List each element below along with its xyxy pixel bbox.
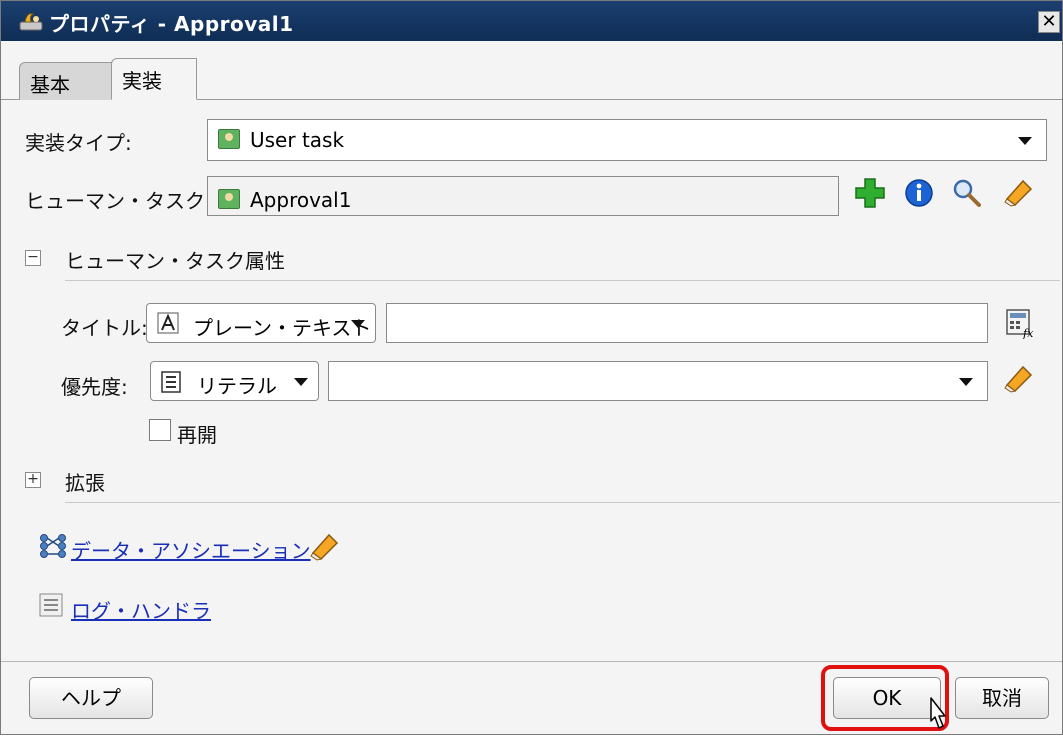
tab-basic[interactable]: 基本 bbox=[19, 62, 112, 100]
tab-implementation[interactable]: 実装 bbox=[111, 58, 197, 100]
properties-dialog: プロパティ - Approval1 ✕ 基本 実装 実装タイプ: User ta… bbox=[0, 0, 1063, 735]
properties-icon bbox=[19, 13, 43, 31]
close-button[interactable]: ✕ bbox=[1038, 11, 1060, 33]
reopen-checkbox[interactable] bbox=[149, 419, 171, 441]
window-title: プロパティ - Approval1 bbox=[49, 12, 294, 36]
cancel-button-label: 取消 bbox=[982, 686, 1022, 710]
implementation-type-label: 実装タイプ: bbox=[25, 131, 132, 155]
extension-title: 拡張 bbox=[65, 471, 105, 495]
help-button-label: ヘルプ bbox=[61, 686, 121, 710]
title-label: タイトル: bbox=[61, 316, 148, 340]
human-task-attributes-header[interactable]: − ヒューマン・タスク属性 bbox=[1, 237, 1062, 281]
log-handler-link[interactable]: ログ・ハンドラ bbox=[71, 595, 211, 624]
priority-select[interactable] bbox=[328, 361, 988, 401]
section-divider bbox=[65, 502, 1060, 503]
eraser-icon[interactable] bbox=[307, 529, 341, 563]
section-divider bbox=[65, 280, 1060, 281]
title-input[interactable] bbox=[386, 303, 988, 343]
human-task-field[interactable]: Approval1 bbox=[207, 176, 839, 216]
extension-header[interactable]: + 拡張 bbox=[1, 459, 1062, 503]
human-task-value: Approval1 bbox=[250, 188, 352, 212]
footer-divider bbox=[1, 661, 1062, 662]
search-icon[interactable] bbox=[951, 177, 983, 209]
priority-mode-value: リテラル bbox=[197, 374, 277, 398]
priority-label: 優先度: bbox=[61, 375, 128, 399]
plain-text-icon bbox=[157, 312, 179, 334]
help-button[interactable]: ヘルプ bbox=[29, 677, 153, 719]
chevron-down-icon bbox=[351, 320, 365, 328]
cancel-button[interactable]: 取消 bbox=[955, 677, 1049, 719]
human-task-label: ヒューマン・タスク: bbox=[25, 189, 212, 213]
tab-basic-label: 基本 bbox=[30, 73, 70, 97]
literal-icon bbox=[161, 371, 181, 393]
title-bar[interactable]: プロパティ - Approval1 ✕ bbox=[1, 1, 1062, 41]
ok-button-label: OK bbox=[872, 686, 902, 710]
data-association-icon bbox=[40, 534, 66, 558]
log-handler-icon bbox=[39, 593, 63, 617]
eraser-icon[interactable] bbox=[1001, 361, 1035, 395]
priority-mode-select[interactable]: リテラル bbox=[150, 361, 319, 401]
chevron-down-icon bbox=[1018, 137, 1032, 145]
svg-text:fx: fx bbox=[1022, 327, 1034, 339]
expand-icon[interactable]: + bbox=[25, 472, 41, 488]
human-task-attributes-title: ヒューマン・タスク属性 bbox=[65, 249, 285, 273]
chevron-down-icon bbox=[959, 378, 973, 386]
chevron-down-icon bbox=[294, 378, 308, 386]
implementation-type-value: User task bbox=[250, 128, 345, 152]
title-mode-select[interactable]: プレーン・テキスト bbox=[146, 303, 376, 343]
reopen-label: 再開 bbox=[177, 423, 217, 447]
collapse-icon[interactable]: − bbox=[25, 250, 41, 266]
close-icon: ✕ bbox=[1041, 11, 1057, 32]
mouse-pointer-icon bbox=[930, 697, 946, 729]
user-task-icon bbox=[218, 129, 240, 149]
tab-strip: 基本 実装 bbox=[1, 41, 1062, 100]
user-task-icon bbox=[218, 189, 240, 209]
add-icon[interactable] bbox=[854, 177, 886, 209]
eraser-icon[interactable] bbox=[1001, 175, 1035, 209]
implementation-type-select[interactable]: User task bbox=[207, 119, 1047, 161]
data-association-link[interactable]: データ・アソシエーション bbox=[71, 535, 311, 564]
tab-implementation-label: 実装 bbox=[122, 69, 162, 93]
expression-builder-icon[interactable]: fx bbox=[1004, 307, 1036, 339]
title-mode-value: プレーン・テキスト bbox=[193, 316, 372, 340]
info-icon[interactable] bbox=[903, 177, 935, 209]
